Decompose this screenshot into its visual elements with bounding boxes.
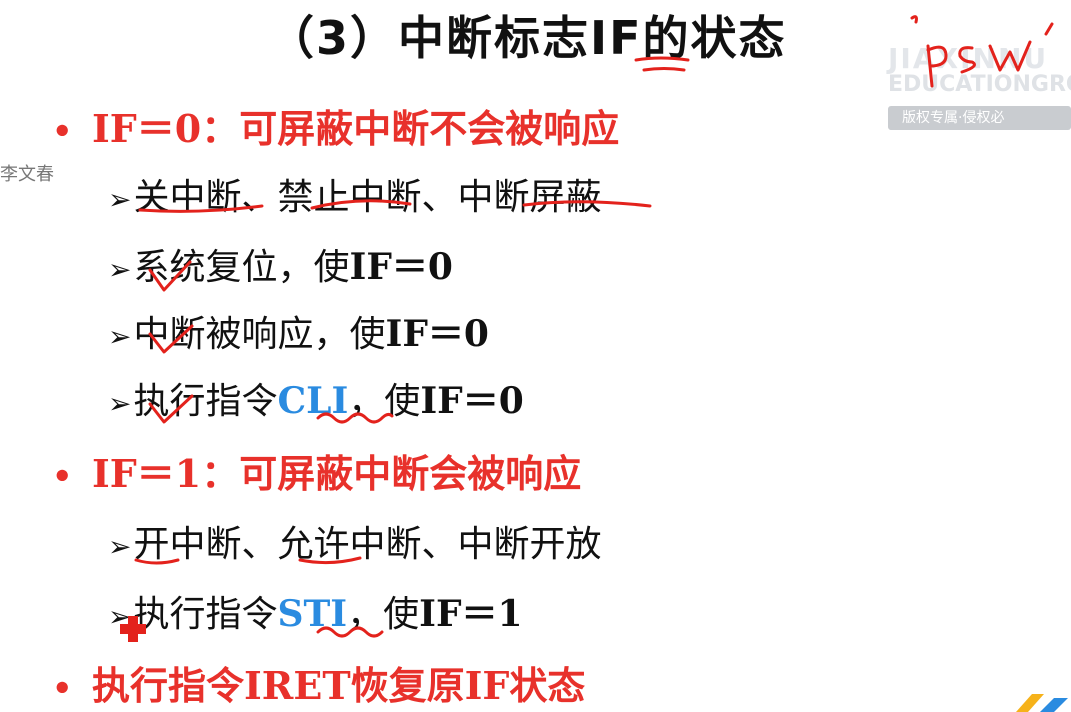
arrow-bullet-icon: ➢: [108, 320, 132, 353]
arrow-bullet-icon: ➢: [108, 530, 132, 563]
sub-item-cli: ➢执行指令CLI，使IF＝0: [108, 372, 524, 424]
sub-item-text: 中断被响应，使: [133, 314, 386, 355]
note-tick-right: [1044, 22, 1054, 36]
arrow-bullet-icon: ➢: [108, 387, 132, 420]
sub-item-text: ，使: [348, 381, 421, 422]
viewer-name-watermark: 李文春: [0, 164, 54, 185]
sub-item-text: 关中断、禁止中断、中断屏蔽: [133, 177, 602, 218]
pointer-cursor-icon: [120, 616, 146, 642]
brand-watermark-line2: EDUCATIONGRO: [888, 72, 1071, 97]
copyright-badge: 版权专属·侵权必: [888, 106, 1071, 130]
instruction-sti: STI: [277, 593, 348, 635]
sub-item-interrupt-responded: ➢中断被响应，使IF＝0: [108, 305, 489, 357]
arrow-bullet-icon: ➢: [108, 183, 132, 216]
sub-item-text: 执行指令: [133, 381, 278, 422]
sub-item-value: IF＝0: [420, 380, 524, 422]
slide-title: （3）中断标志IF的状态: [268, 11, 787, 65]
title-underline-2: [642, 67, 686, 72]
brand-watermark-line1: JIAXINNU: [888, 42, 1049, 75]
sub-item-text: 执行指令: [133, 594, 278, 635]
sub-item-value: IF＝1: [419, 593, 523, 635]
sub-item-text: ，使: [347, 594, 420, 635]
bullet-if-0: • IF＝0：可屏蔽中断不会被响应: [52, 98, 619, 153]
bullet-text: IF＝1：可屏蔽中断会被响应: [92, 451, 582, 496]
arrow-bullet-icon: ➢: [108, 253, 132, 286]
sub-item-sti: ➢执行指令STI，使IF＝1: [108, 585, 523, 637]
bullet-text: 执行指令IRET恢复原IF状态: [92, 663, 586, 708]
sub-item-value: IF＝0: [385, 313, 489, 355]
corner-logo-icon: [1016, 694, 1068, 712]
note-tick-left: [910, 15, 918, 24]
bullet-text: IF＝0：可屏蔽中断不会被响应: [92, 106, 620, 151]
instruction-cli: CLI: [277, 380, 349, 422]
sub-item-text: 系统复位，使: [133, 247, 350, 288]
bullet-dot: •: [52, 457, 73, 495]
sub-item-disable-interrupt: ➢关中断、禁止中断、中断屏蔽: [108, 168, 601, 220]
bullet-iret: • 执行指令IRET恢复原IF状态: [52, 655, 585, 710]
sub-item-system-reset: ➢系统复位，使IF＝0: [108, 238, 453, 290]
bullet-if-1: • IF＝1：可屏蔽中断会被响应: [52, 443, 581, 498]
bullet-dot: •: [52, 112, 73, 150]
bullet-dot: •: [52, 669, 73, 707]
sub-item-enable-interrupt: ➢开中断、允许中断、中断开放: [108, 515, 601, 567]
sub-item-value: IF＝0: [349, 246, 453, 288]
sub-item-text: 开中断、允许中断、中断开放: [133, 524, 602, 565]
